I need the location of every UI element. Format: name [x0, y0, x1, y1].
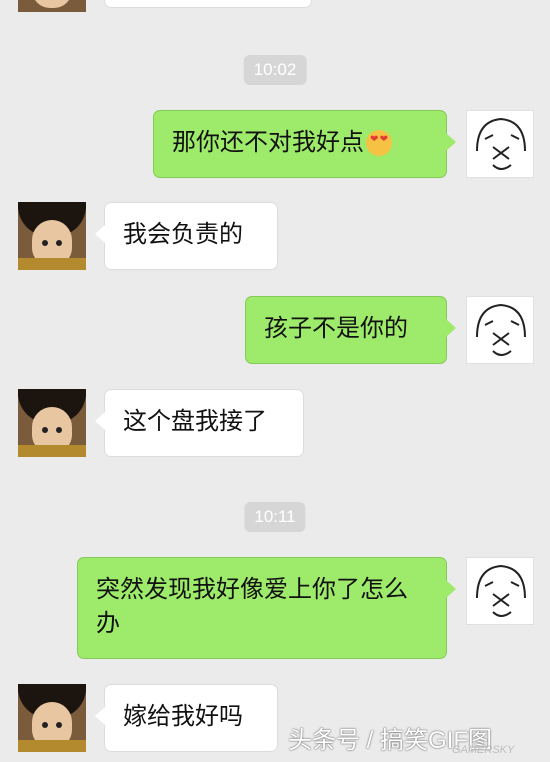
doodle-avatar[interactable] [466, 110, 534, 178]
message-bubble-partial[interactable] [104, 0, 312, 8]
message-text: 孩子不是你的 [264, 314, 408, 342]
message-bubble-received[interactable]: 这个盘我接了 [95, 389, 304, 457]
message-bubble-sent[interactable]: 突然发现我好像爱上你了怎么办 [77, 557, 456, 659]
doodle-face-icon [476, 117, 526, 170]
avatar[interactable] [18, 0, 86, 12]
avatar[interactable] [18, 389, 86, 457]
doodle-avatar[interactable] [466, 296, 534, 364]
message-bubble-received[interactable]: 嫁给我好吗 [95, 684, 278, 752]
doodle-face-icon [476, 564, 526, 617]
message-text: 这个盘我接了 [123, 407, 267, 435]
timestamp: 10:11 [244, 502, 306, 532]
doodle-face-icon [476, 303, 526, 356]
avatar[interactable] [18, 684, 86, 752]
message-bubble-received[interactable]: 我会负责的 [95, 202, 278, 270]
doodle-avatar[interactable] [466, 557, 534, 625]
message-bubble-sent[interactable]: 孩子不是你的 [245, 296, 456, 364]
message-text: 那你还不对我好点 [172, 128, 364, 156]
timestamp: 10:02 [243, 55, 307, 85]
watermark-logo-text: GAMERSKY [452, 744, 515, 756]
message-text: 我会负责的 [123, 220, 243, 248]
avatar[interactable] [18, 202, 86, 270]
message-text: 突然发现我好像爱上你了怎么办 [96, 575, 408, 637]
heart-eyes-emoji-icon [366, 130, 392, 156]
message-bubble-sent[interactable]: 那你还不对我好点 [153, 110, 456, 178]
message-text: 嫁给我好吗 [123, 702, 243, 730]
